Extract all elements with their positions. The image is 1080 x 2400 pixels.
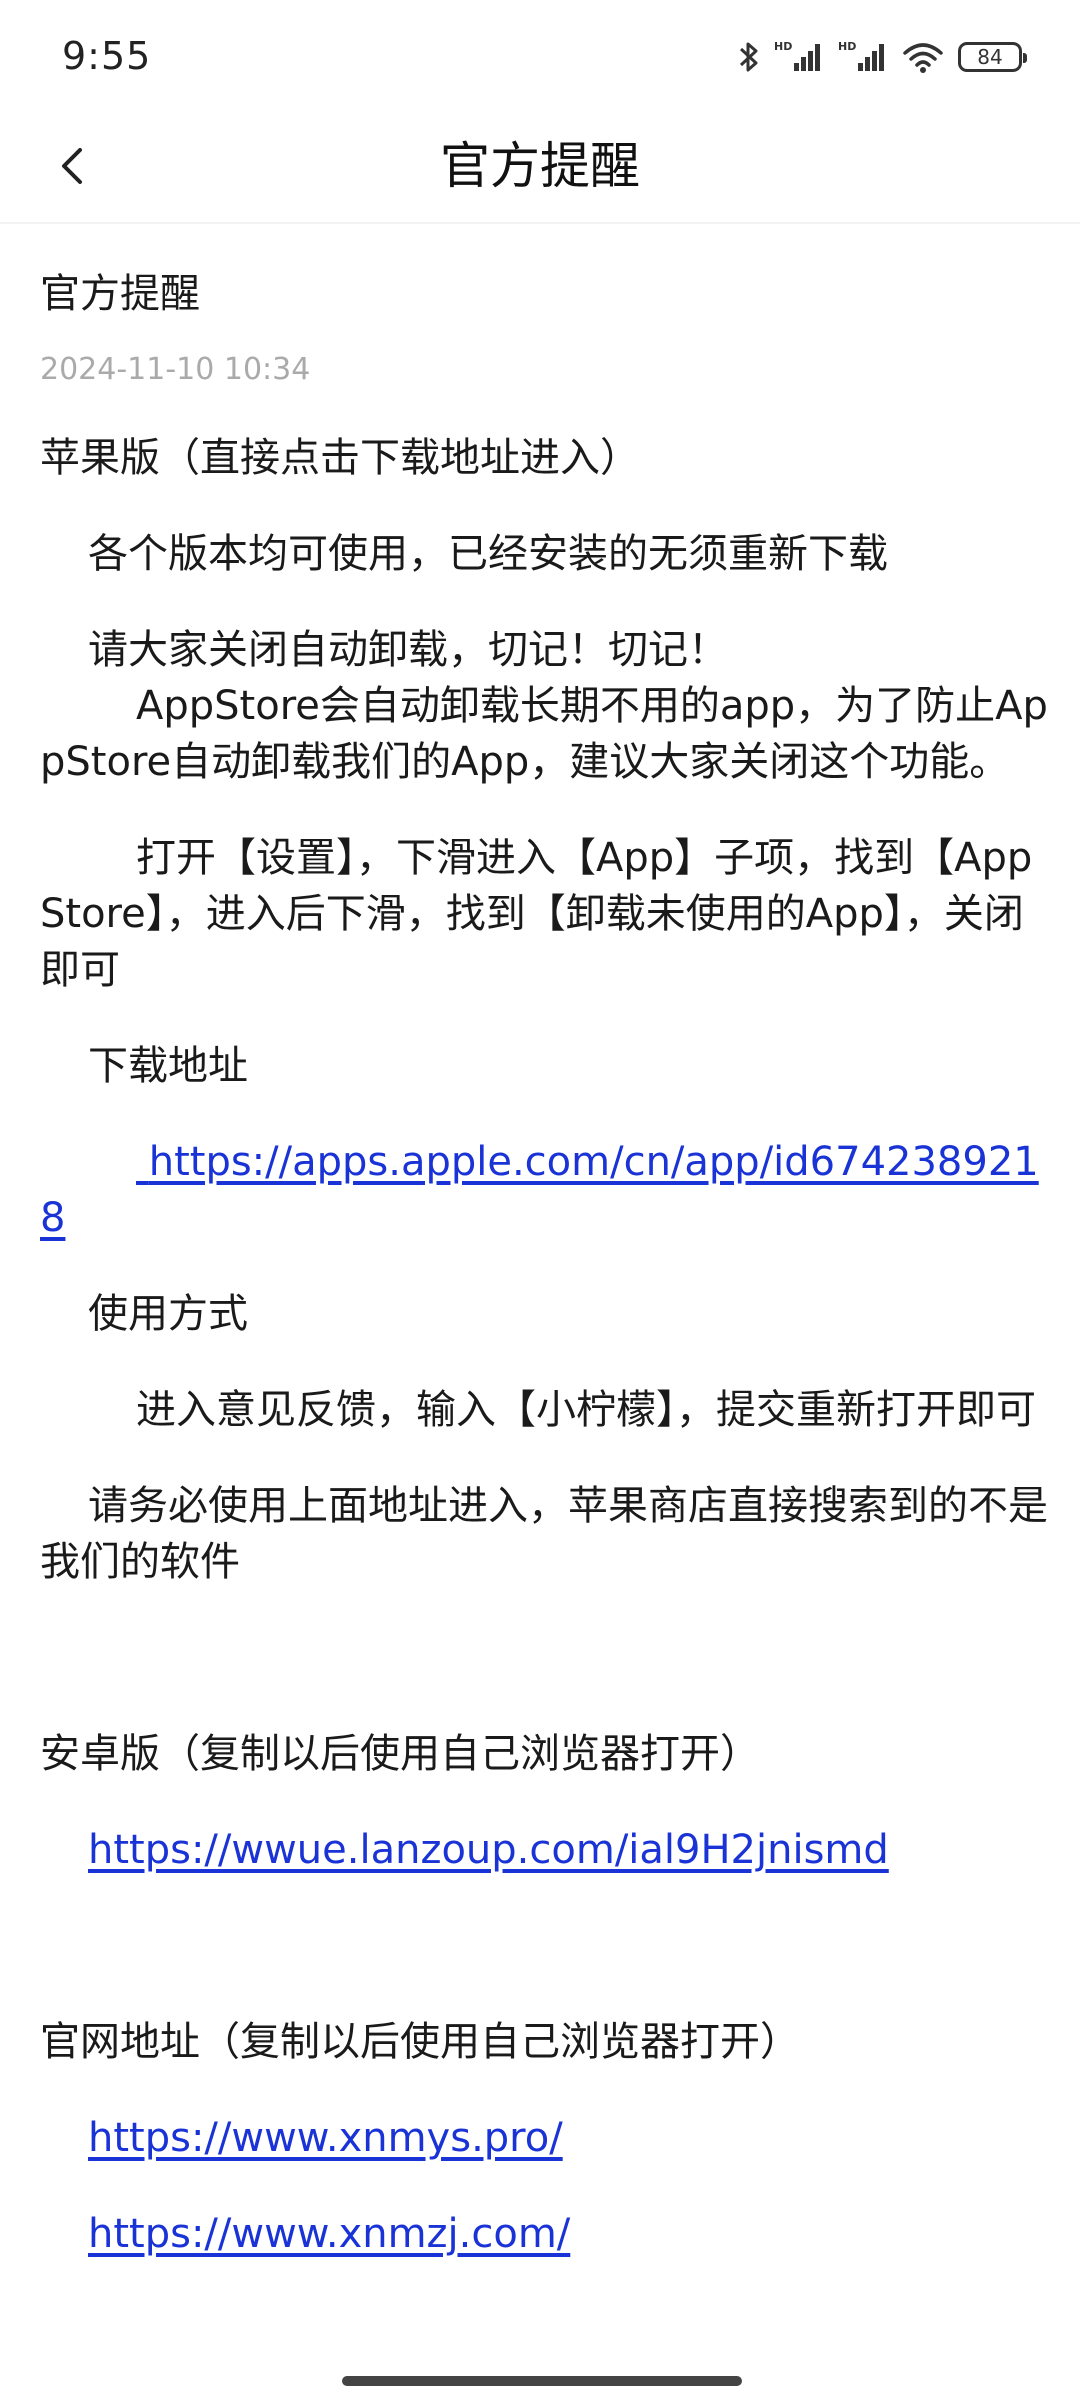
status-bar: 9:55 HD HD 84 (0, 0, 1080, 110)
usage-text: 进入意见反馈，输入【小柠檬】，提交重新打开即可 (136, 1387, 1036, 1433)
warning-text: 请务必使用上面地址进入，苹果商店直接搜索到的不是我们的软件 (40, 1483, 1048, 1585)
download-label: 下载地址 (88, 1043, 248, 1089)
svg-text:HD: HD (774, 40, 792, 53)
article-content: 官方提醒 2024-11-10 10:34 苹果版（直接点击下载地址进入） 各个… (40, 222, 1050, 2262)
ios-line-autounload: AppStore会自动卸载长期不用的app，为了防止AppStore自动卸载我们… (40, 683, 1048, 785)
ios-line-warning: 请大家关闭自动卸载，切记！切记！ (88, 627, 728, 673)
wifi-icon (902, 39, 944, 75)
status-icons: HD HD 84 (738, 34, 1027, 80)
android-download-link[interactable]: https://wwue.lanzoup.com/ial9H2jnismd (88, 1827, 889, 1873)
article-date: 2024-11-10 10:34 (40, 352, 311, 387)
home-indicator[interactable] (342, 2376, 742, 2386)
ios-download-link[interactable]: https://apps.apple.com/cn/app/id67423892… (40, 1139, 1039, 1241)
screen: 9:55 HD HD 84 官方提醒 官方提醒 2024-11-10 10:34… (0, 0, 1080, 2400)
android-heading: 安卓版（复制以后使用自己浏览器打开） (40, 1731, 760, 1777)
svg-text:HD: HD (838, 40, 856, 53)
site-link-1[interactable]: https://www.xnmys.pro/ (88, 2115, 563, 2161)
bluetooth-icon (738, 39, 760, 75)
ios-line-settings: 打开【设置】，下滑进入【App】子项，找到【App Store】，进入后下滑，找… (40, 835, 1046, 993)
status-time: 9:55 (62, 34, 152, 78)
hd-signal-icon: HD (774, 39, 824, 75)
header: 官方提醒 (0, 110, 1080, 224)
ios-line-versions: 各个版本均可使用，已经安装的无须重新下载 (88, 531, 888, 577)
page-title: 官方提醒 (440, 137, 640, 195)
hd-signal-icon: HD (838, 39, 888, 75)
article-title: 官方提醒 (40, 271, 200, 317)
battery-icon: 84 (958, 42, 1027, 72)
usage-label: 使用方式 (88, 1291, 248, 1337)
ios-heading: 苹果版（直接点击下载地址进入） (40, 435, 640, 481)
site-heading: 官网地址（复制以后使用自己浏览器打开） (40, 2019, 800, 2065)
battery-level: 84 (977, 45, 1003, 69)
site-link-2[interactable]: https://www.xnmzj.com/ (88, 2211, 570, 2257)
